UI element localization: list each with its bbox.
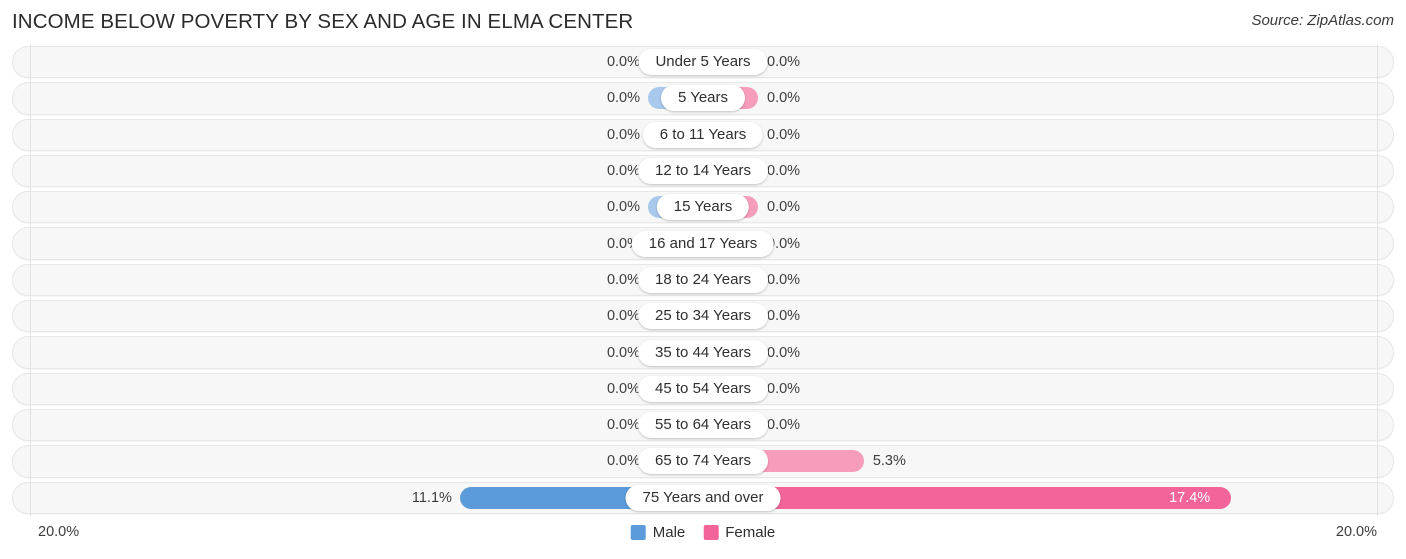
category-label-pill: 16 and 17 Years — [631, 230, 775, 257]
bar-row: 0.0% 0.0% Under 5 Years — [0, 44, 1406, 80]
bar-row: 0.0% 5.3% 65 to 74 Years — [0, 443, 1406, 479]
chart-page: INCOME BELOW POVERTY BY SEX AND AGE IN E… — [0, 0, 1406, 559]
legend-swatch-female-icon — [703, 525, 719, 540]
category-label-pill: 55 to 64 Years — [638, 412, 768, 439]
value-label-female: 0.0% — [767, 417, 801, 434]
value-label-female: 0.0% — [767, 163, 801, 180]
page-title: INCOME BELOW POVERTY BY SEX AND AGE IN E… — [12, 10, 634, 33]
axis-label-right: 20.0% — [1335, 524, 1377, 540]
value-label-male: 0.0% — [606, 126, 640, 143]
value-label-female: 17.4% — [1169, 489, 1211, 506]
chart-footer: 20.0% 20.0% Male Female — [0, 516, 1406, 559]
value-label-male: 0.0% — [606, 271, 640, 288]
value-label-female: 0.0% — [767, 308, 801, 325]
legend-label-male: Male — [652, 524, 686, 541]
category-label-pill: Under 5 Years — [638, 49, 768, 76]
value-label-female: 0.0% — [767, 380, 801, 397]
value-label-male: 11.1% — [411, 489, 452, 506]
legend-swatch-male-icon — [630, 525, 646, 540]
bar-row: 0.0% 0.0% 55 to 64 Years — [0, 407, 1406, 443]
category-label-pill: 6 to 11 Years — [642, 121, 764, 148]
bar-row: 0.0% 0.0% 6 to 11 Years — [0, 117, 1406, 153]
bar-row: 0.0% 0.0% 25 to 34 Years — [0, 298, 1406, 334]
value-label-male: 0.0% — [606, 199, 640, 216]
category-label-pill: 75 Years and over — [625, 484, 781, 511]
category-label-pill: 35 to 44 Years — [638, 339, 768, 366]
chart-legend: Male Female — [630, 524, 775, 541]
value-label-female: 0.0% — [767, 90, 801, 107]
value-label-female: 5.3% — [872, 453, 906, 470]
legend-item-male[interactable]: Male — [630, 524, 686, 541]
value-label-male: 0.0% — [606, 163, 640, 180]
value-label-male: 0.0% — [606, 344, 640, 361]
category-label-pill: 12 to 14 Years — [638, 158, 768, 185]
axis-label-left: 20.0% — [38, 524, 80, 540]
bar-row: 0.0% 0.0% 15 Years — [0, 189, 1406, 225]
source-attribution: Source: ZipAtlas.com — [1251, 12, 1394, 29]
value-label-female: 0.0% — [767, 344, 801, 361]
value-label-male: 0.0% — [606, 308, 640, 325]
chart-plot-area: 0.0% 0.0% Under 5 Years 0.0% 0.0% 5 Years 0.0%… — [0, 44, 1406, 516]
chart-header: INCOME BELOW POVERTY BY SEX AND AGE IN E… — [0, 0, 1406, 44]
bar-row: 0.0% 0.0% 45 to 54 Years — [0, 371, 1406, 407]
legend-item-female[interactable]: Female — [703, 524, 775, 541]
value-label-female: 0.0% — [767, 199, 801, 216]
value-label-male: 0.0% — [606, 380, 640, 397]
axis-line-left — [30, 44, 31, 516]
category-label-pill: 5 Years — [660, 85, 746, 112]
bar-rows-container: 0.0% 0.0% Under 5 Years 0.0% 0.0% 5 Years 0.0%… — [0, 44, 1406, 516]
bar-row: 0.0% 0.0% 35 to 44 Years — [0, 334, 1406, 370]
bar-row: 0.0% 0.0% 12 to 14 Years — [0, 153, 1406, 189]
bar-row: 11.1% 17.4% 75 Years and over — [0, 480, 1406, 516]
bar-row: 0.0% 0.0% 16 and 17 Years — [0, 225, 1406, 261]
category-label-pill: 25 to 34 Years — [638, 303, 768, 330]
category-label-pill: 15 Years — [656, 194, 750, 221]
value-label-male: 0.0% — [606, 54, 640, 71]
bar-female — [703, 486, 1232, 509]
value-label-male: 0.0% — [606, 90, 640, 107]
value-label-female: 0.0% — [767, 126, 801, 143]
value-label-male: 0.0% — [606, 417, 640, 434]
legend-label-female: Female — [725, 524, 776, 541]
bar-row: 0.0% 0.0% 5 Years — [0, 80, 1406, 116]
value-label-female: 0.0% — [767, 54, 801, 71]
value-label-female: 0.0% — [767, 271, 801, 288]
category-label-pill: 18 to 24 Years — [638, 266, 768, 293]
axis-line-right — [1377, 44, 1378, 516]
bar-row: 0.0% 0.0% 18 to 24 Years — [0, 262, 1406, 298]
category-label-pill: 65 to 74 Years — [638, 448, 768, 475]
value-label-male: 0.0% — [606, 453, 640, 470]
category-label-pill: 45 to 54 Years — [638, 375, 768, 402]
